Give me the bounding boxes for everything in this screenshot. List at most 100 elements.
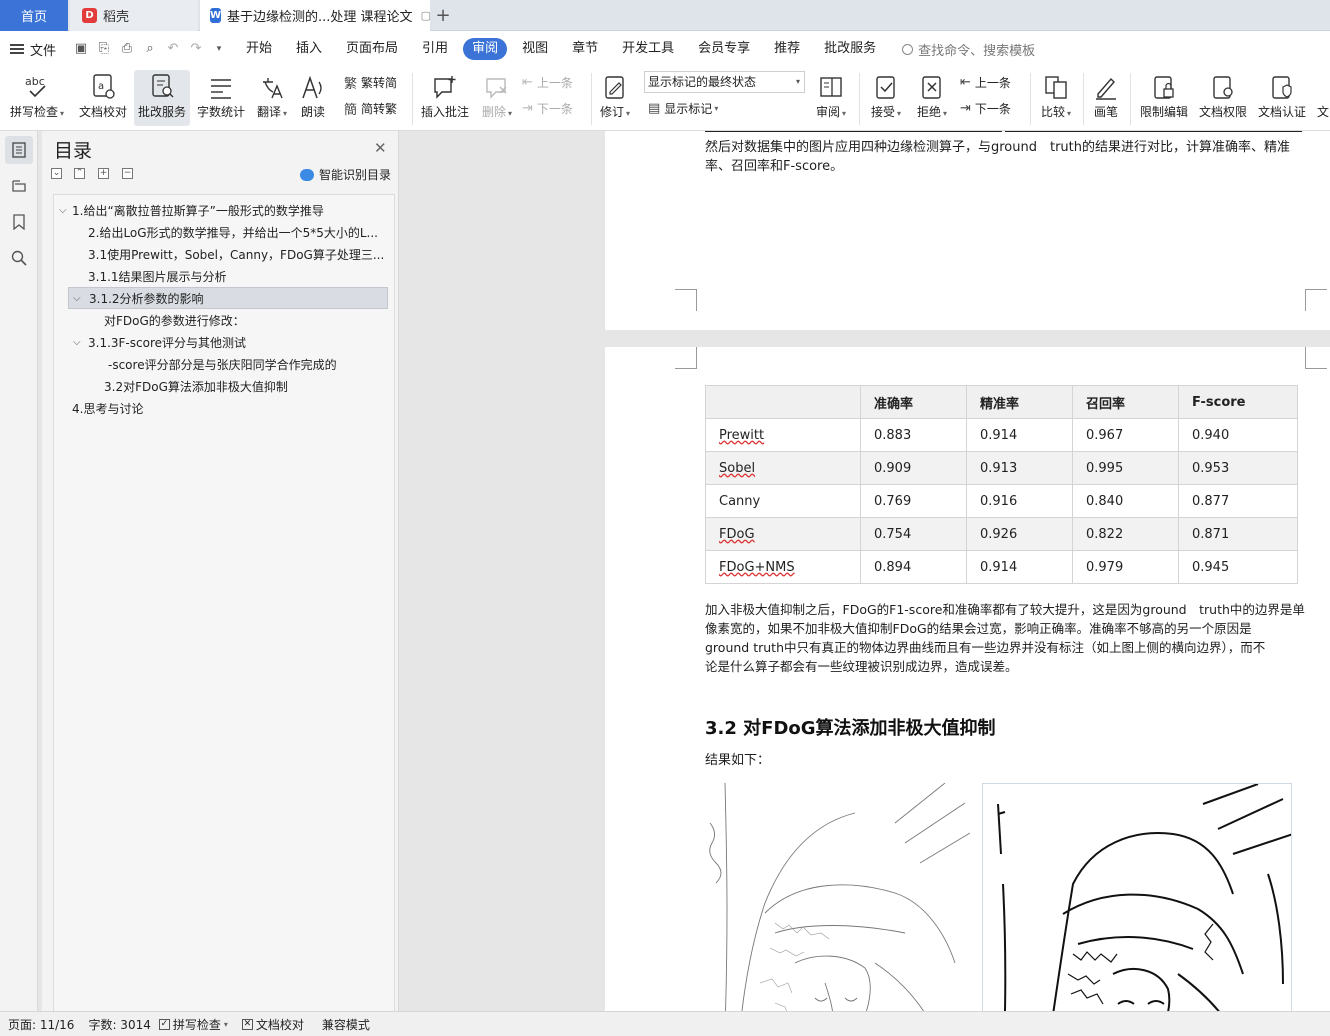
toc-item[interactable]: 3.1.3F-score评分与其他测试 — [88, 332, 388, 354]
ribbon-overflow-item[interactable]: 文 — [1316, 70, 1330, 126]
command-search[interactable]: 查找命令、搜索模板 — [902, 40, 1035, 59]
prev-change-button[interactable]: ⇤ 上一条 — [960, 71, 1011, 93]
pen-button[interactable]: 画笔 — [1088, 70, 1124, 126]
review-pane-button[interactable]: 审阅 ▾ — [812, 70, 850, 126]
paragraph-line: 加入非极大值抑制之后，FDoG的F1-score和准确率都有了较大提升，这是因为… — [705, 600, 1305, 619]
insert-comment-icon — [432, 70, 458, 100]
smart-toc-label: 智能识别目录 — [319, 168, 392, 182]
status-spell-check[interactable]: ✓ 拼写检查 ▾ — [158, 1016, 228, 1033]
margin-crop-mark — [675, 289, 697, 311]
toc-item[interactable]: -score评分部分是与张庆阳同学合作完成的 — [108, 354, 388, 376]
expand-up-icon[interactable]: ⌃ — [74, 168, 85, 179]
menu-member[interactable]: 会员专享 — [686, 38, 762, 60]
toc-item[interactable]: 3.1.1结果图片展示与分析 — [88, 266, 388, 288]
menu-recommend[interactable]: 推荐 — [762, 38, 812, 60]
bookmark-icon[interactable] — [9, 212, 29, 232]
trad-to-simp-button[interactable]: 繁繁转简 — [344, 71, 397, 93]
file-menu[interactable]: 文件 — [0, 40, 68, 59]
next-change-button[interactable]: ⇥ 下一条 — [960, 97, 1011, 119]
word-count-label: 字数统计 — [196, 105, 245, 119]
read-aloud-button[interactable]: 朗读 — [296, 70, 330, 126]
toc-item[interactable]: 3.1使用Prewitt，Sobel，Canny，FDoG算子处理三... — [88, 244, 388, 266]
prev-comment-icon: ⇤ — [522, 74, 533, 90]
reject-button[interactable]: 拒绝 ▾ — [912, 70, 952, 126]
menu-developer[interactable]: 开发工具 — [610, 38, 686, 60]
review-service-label: 批改服务 — [137, 105, 186, 119]
toc-item[interactable]: 3.2对FDoG算法添加非极大值抑制 — [104, 376, 388, 398]
table-row: Prewitt 0.883 0.914 0.967 0.940 — [705, 418, 1298, 452]
paragraph-text: 像素宽的，如果不加非极大值抑制FDoG的结果会过宽，影响正确率。准确率不够高的另… — [705, 621, 1252, 636]
ai-icon — [300, 168, 314, 181]
print-preview-icon[interactable]: ⌕ — [143, 42, 157, 56]
document-canvas[interactable]: 然后对数据集中的图片应用四种边缘检测算子，与ground truth的结果进行对… — [400, 131, 1330, 1011]
smart-toc-button[interactable]: 智能识别目录 — [300, 166, 391, 183]
save-icon[interactable]: ▣ — [74, 42, 88, 56]
toc-item[interactable]: 2.给出LoG形式的数学推导，并给出一个5*5大小的L... — [88, 222, 388, 244]
doc-rights-button[interactable]: 文档权限 — [1196, 70, 1250, 126]
menu-review-service[interactable]: 批改服务 — [812, 38, 888, 60]
toc-item[interactable]: 4.思考与讨论 — [72, 398, 388, 420]
menu-page-layout[interactable]: 页面布局 — [334, 38, 410, 60]
word-count-button[interactable]: 字数统计 — [194, 70, 248, 126]
menu-insert[interactable]: 插入 — [284, 38, 334, 60]
menu-home[interactable]: 开始 — [234, 38, 284, 60]
undo-icon[interactable]: ↶ — [166, 42, 180, 56]
translate-button[interactable]: 翻译 ▾ — [252, 70, 292, 126]
tab-pin-icon[interactable]: ▢ — [421, 9, 430, 22]
show-markup-button[interactable]: ▤ 显示标记 ▾ — [648, 97, 718, 119]
redo-icon[interactable]: ↷ — [189, 42, 203, 56]
word-count-indicator[interactable]: 字数: 3014 — [88, 1016, 150, 1033]
print-icon[interactable]: ⎙ — [120, 42, 134, 56]
menu-review[interactable]: 审阅 — [463, 38, 508, 60]
collapse-all-icon[interactable]: ⌄ — [51, 168, 62, 179]
tab-document[interactable]: W 基于边缘检测的...处理 课程论文 ▢ — [200, 0, 430, 31]
table-header-cell — [705, 385, 861, 419]
menu-references[interactable]: 引用 — [410, 38, 460, 60]
outline-icon[interactable] — [5, 136, 33, 164]
menu-section[interactable]: 章节 — [560, 38, 610, 60]
table-cell: 0.871 — [1178, 517, 1298, 551]
customize-dropdown-icon[interactable]: ▾ — [212, 42, 226, 56]
insert-comment-button[interactable]: 插入批注 — [418, 70, 472, 126]
close-icon[interactable]: ✕ — [374, 139, 387, 157]
section-heading: 3.2 对FDoG算法添加非极大值抑制 — [705, 718, 996, 739]
reject-icon — [919, 70, 945, 100]
markup-state-select[interactable]: 显示标记的最终状态 ▾ — [644, 71, 805, 93]
svg-text:abc: abc — [25, 75, 45, 88]
simp-to-trad-button[interactable]: 簡简转繁 — [344, 97, 397, 119]
toc-item[interactable]: 1.给出“离散拉普拉斯算子”一般形式的数学推导 — [72, 200, 390, 222]
doc-proofread-button[interactable]: a 文档校对 — [74, 70, 132, 126]
prev-comment-button[interactable]: ⇤ 上一条 — [522, 71, 573, 93]
remove-level-icon[interactable]: − — [122, 168, 133, 179]
page-indicator[interactable]: 页面: 11/16 — [8, 1016, 74, 1033]
toc-item[interactable]: 对FDoG的参数进行修改： — [104, 310, 388, 332]
new-tab-button[interactable]: + — [432, 0, 454, 31]
chevron-down-icon[interactable]: ⌵ — [73, 332, 81, 354]
next-comment-button[interactable]: ⇥ 下一条 — [522, 97, 573, 119]
spell-check-button[interactable]: abc 拼写检查 ▾ — [6, 70, 68, 126]
chevron-down-icon[interactable]: ⌵ — [73, 288, 81, 310]
menu-view[interactable]: 视图 — [510, 38, 560, 60]
table-header-cell: 准确率 — [860, 385, 967, 419]
delete-comment-button[interactable]: 删除 ▾ — [477, 70, 517, 126]
tab-home[interactable]: 首页 — [0, 0, 68, 31]
accept-button[interactable]: 接受 ▾ — [866, 70, 906, 126]
insert-comment-label: 插入批注 — [420, 105, 469, 119]
track-changes-button[interactable]: 修订 ▾ — [596, 70, 634, 126]
search-icon[interactable] — [9, 248, 29, 268]
chapter-nav-icon[interactable] — [9, 176, 29, 196]
review-service-button[interactable]: 批改服务 — [134, 70, 190, 126]
toc-item-selected[interactable]: 3.1.2分析参数的影响 — [68, 287, 388, 309]
restrict-editing-button[interactable]: 限制编辑 — [1136, 70, 1192, 126]
trad-to-simp-label: 繁转简 — [361, 75, 398, 90]
status-proofread[interactable]: ✕ 文档校对 — [241, 1016, 304, 1033]
search-icon — [902, 43, 914, 55]
doc-cert-button[interactable]: 文档认证 — [1255, 70, 1309, 126]
add-level-icon[interactable]: + — [98, 168, 109, 179]
chevron-down-icon[interactable]: ⌵ — [59, 200, 67, 222]
export-pdf-icon[interactable]: ⎘ — [97, 42, 111, 56]
tab-bar: 首页 D 稻壳 W 基于边缘检测的...处理 课程论文 ▢ + — [0, 0, 1330, 31]
tab-daoke[interactable]: D 稻壳 — [70, 0, 198, 31]
compare-button[interactable]: 比较 ▾ — [1036, 70, 1076, 126]
doc-cert-label: 文档认证 — [1257, 105, 1306, 119]
